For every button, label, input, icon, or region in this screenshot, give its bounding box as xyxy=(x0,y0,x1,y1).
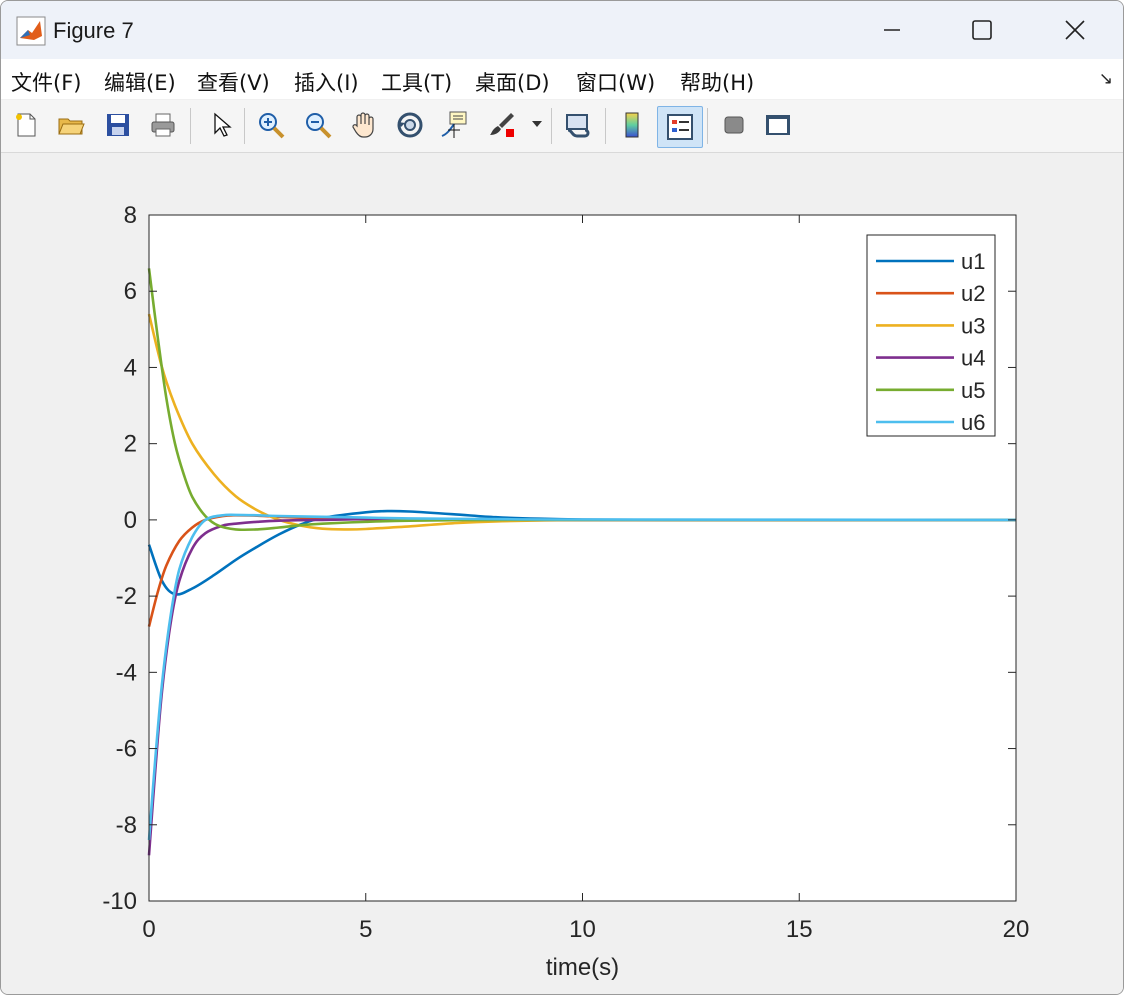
minimize-button[interactable] xyxy=(866,9,918,51)
line-chart: 0 5 10 15 2086420-2-4-6-8-10 time(s) u1u2u3u… xyxy=(102,202,1030,981)
x-tick-label: 0 xyxy=(142,916,155,943)
x-tick-label: 5 xyxy=(359,916,372,943)
show-plot-tools-icon[interactable] xyxy=(761,108,795,142)
brush-dropdown-icon[interactable] xyxy=(527,108,547,142)
new-figure-icon[interactable] xyxy=(9,108,43,142)
undock-arrow-icon[interactable]: ↘ xyxy=(1099,69,1113,89)
menu-desktop[interactable]: 桌面(D) xyxy=(475,67,550,97)
legend-label-u5: u5 xyxy=(961,378,985,403)
menu-bar: 文件(F) 编辑(E) 查看(V) 插入(I) 工具(T) 桌面(D) 窗口(W… xyxy=(1,59,1123,99)
title-bar: Figure 7 xyxy=(1,1,1123,59)
close-icon xyxy=(1065,20,1085,40)
y-tick-label: -6 xyxy=(116,736,137,763)
toolbar-separator xyxy=(190,108,191,144)
toolbar-separator xyxy=(551,108,552,144)
open-folder-icon[interactable] xyxy=(54,108,88,142)
legend-label-u4: u4 xyxy=(961,346,985,371)
legend: u1 u2 u3 u4 u5 u6 xyxy=(866,234,996,437)
y-tick-label: -2 xyxy=(116,583,137,610)
zoom-out-icon[interactable] xyxy=(301,108,335,142)
minimize-icon xyxy=(884,29,900,31)
pointer-icon[interactable] xyxy=(204,108,238,142)
x-tick-label: 10 xyxy=(569,916,596,943)
y-tick-label: -4 xyxy=(116,659,137,686)
y-tick-label: 4 xyxy=(124,354,137,381)
menu-window[interactable]: 窗口(W) xyxy=(576,67,655,97)
legend-label-u3: u3 xyxy=(961,313,985,338)
maximize-button[interactable] xyxy=(956,9,1008,51)
zoom-in-icon[interactable] xyxy=(254,108,288,142)
figure-window: Figure 7 文件(F) 编辑(E) 查看(V) 插入(I) 工具(T) 桌… xyxy=(0,0,1124,995)
menu-edit[interactable]: 编辑(E) xyxy=(104,67,176,97)
legend-label-u1: u1 xyxy=(961,249,985,274)
y-tick-label: -10 xyxy=(102,888,137,915)
save-icon[interactable] xyxy=(101,108,135,142)
y-tick-label: -8 xyxy=(116,812,137,839)
toolbar-separator xyxy=(605,108,606,144)
maximize-icon xyxy=(972,20,992,40)
x-axis-label: time(s) xyxy=(546,954,619,981)
y-tick-label: 6 xyxy=(124,278,137,305)
hide-plot-tools-icon[interactable] xyxy=(717,108,751,142)
close-button[interactable] xyxy=(1049,9,1101,51)
x-tick-label: 15 xyxy=(786,916,813,943)
menu-file[interactable]: 文件(F) xyxy=(11,67,81,97)
colorbar-icon[interactable] xyxy=(615,108,649,142)
print-icon[interactable] xyxy=(146,108,180,142)
y-tick-label: 2 xyxy=(124,431,137,458)
legend-icon[interactable] xyxy=(657,106,703,148)
figure-toolbar xyxy=(1,100,1123,153)
brush-icon[interactable] xyxy=(485,108,519,142)
legend-label-u2: u2 xyxy=(961,281,985,306)
window-title: Figure 7 xyxy=(53,18,134,43)
menu-help[interactable]: 帮助(H) xyxy=(680,67,754,97)
toolbar-separator xyxy=(244,108,245,144)
pan-hand-icon[interactable] xyxy=(347,108,381,142)
menu-view[interactable]: 查看(V) xyxy=(197,67,270,97)
legend-label-u6: u6 xyxy=(961,410,985,435)
x-tick-label: 20 xyxy=(1003,916,1030,943)
link-plot-icon[interactable] xyxy=(561,108,595,142)
y-tick-label: 0 xyxy=(124,507,137,534)
data-cursor-icon[interactable] xyxy=(438,108,472,142)
rotate-3d-icon[interactable] xyxy=(393,108,427,142)
toolbar-separator xyxy=(707,108,708,144)
y-tick-label: 8 xyxy=(124,202,137,229)
matlab-logo-icon xyxy=(16,16,46,46)
menu-tools[interactable]: 工具(T) xyxy=(381,67,452,97)
figure-canvas: 0 5 10 15 20 8 6 4 2 0 -2 -4 -6 -8 -10 time(s) u1 u2 u3 u… xyxy=(1,153,1123,994)
menu-insert[interactable]: 插入(I) xyxy=(294,67,359,97)
